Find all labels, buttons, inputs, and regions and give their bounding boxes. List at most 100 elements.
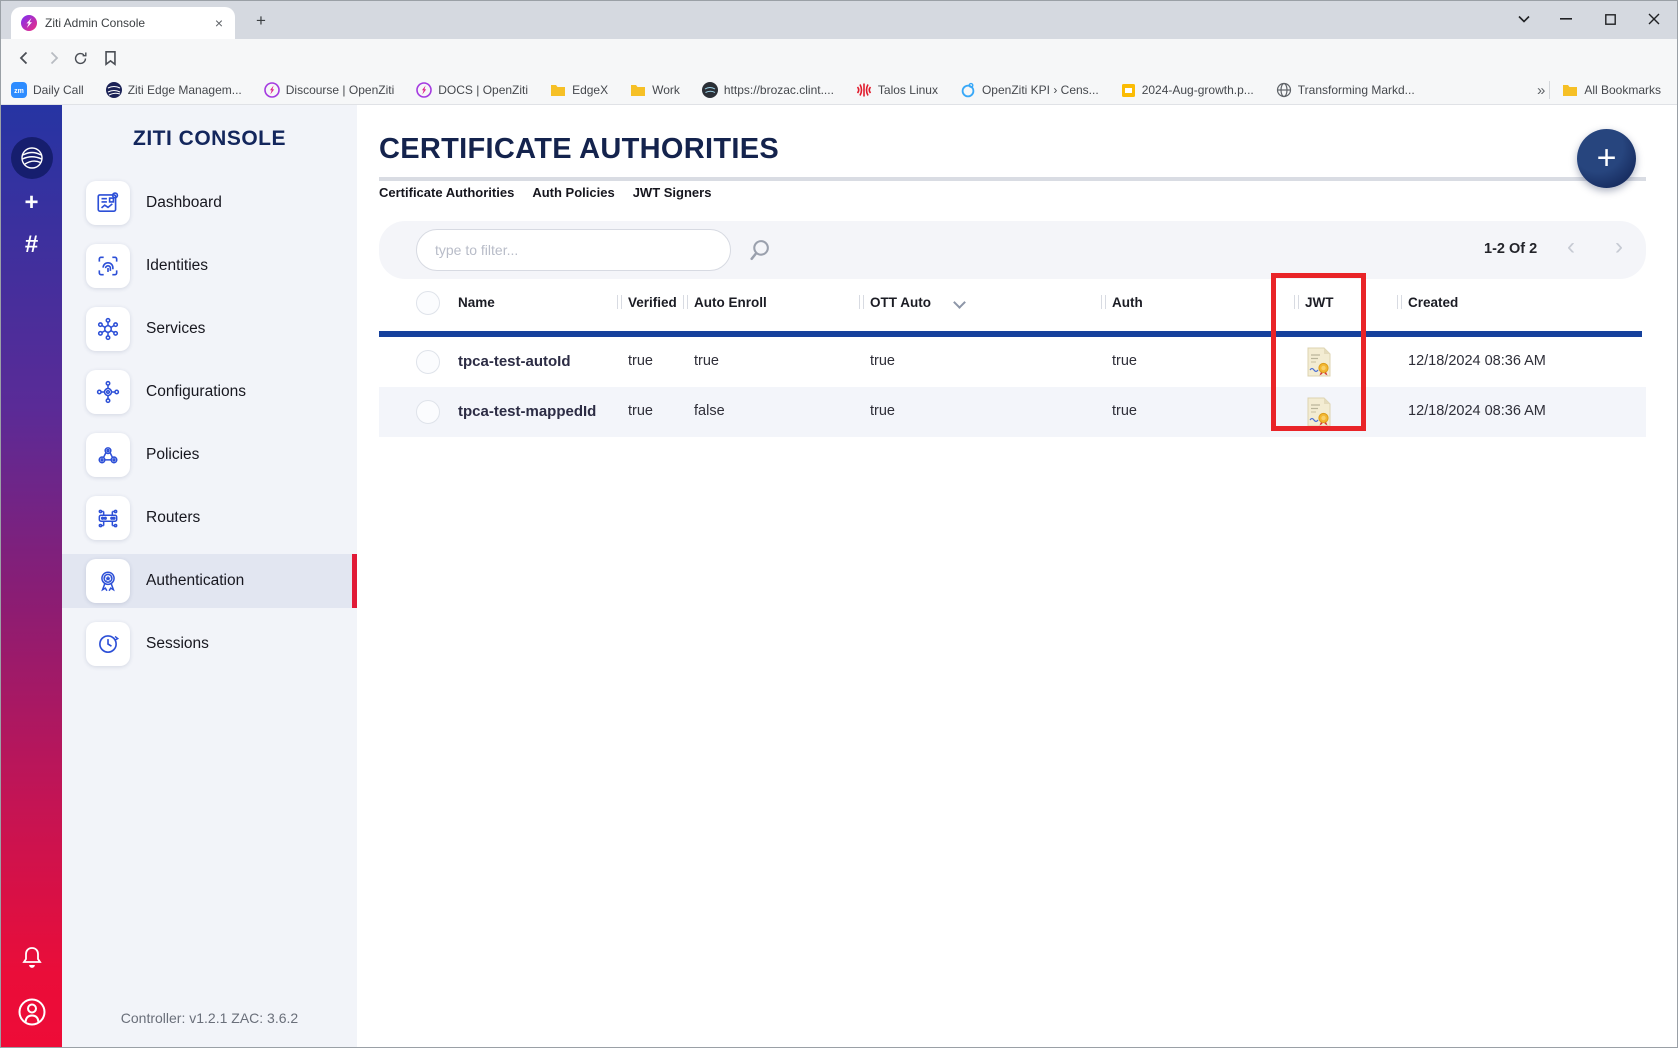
policies-gears-icon bbox=[86, 433, 130, 477]
pagination-label: 1-2 Of 2 bbox=[1484, 241, 1537, 257]
bookmarks-divider bbox=[1549, 81, 1550, 99]
identities-fingerprint-icon bbox=[86, 244, 130, 288]
column-header-created[interactable]: Created bbox=[1408, 295, 1458, 310]
reload-icon[interactable] bbox=[67, 45, 93, 71]
bookmark-flag-icon[interactable] bbox=[97, 45, 123, 71]
browser-tab[interactable]: Ziti Admin Console × bbox=[11, 7, 235, 39]
verified-value: true bbox=[628, 353, 653, 369]
sidebar-item-services[interactable]: Services bbox=[62, 302, 357, 356]
sidebar-item-dashboard[interactable]: Dashboard bbox=[62, 176, 357, 230]
authentication-medal-icon bbox=[86, 559, 130, 603]
window-maximize-button[interactable] bbox=[1593, 5, 1627, 33]
table-row[interactable]: tpca-test-autoId true true true true 12/… bbox=[379, 337, 1646, 387]
row-checkbox[interactable] bbox=[416, 350, 440, 374]
bookmark-brozac[interactable]: https://brozac.clint.... bbox=[702, 82, 834, 98]
folder-icon bbox=[1562, 83, 1578, 97]
ca-name[interactable]: tpca-test-mappedId bbox=[458, 403, 596, 420]
column-header-auto-enroll[interactable]: Auto Enroll bbox=[694, 295, 767, 310]
column-header-jwt[interactable]: JWT bbox=[1305, 295, 1334, 310]
dark-globe-icon bbox=[702, 82, 718, 98]
bookmark-transforming-markdown[interactable]: Transforming Markd... bbox=[1276, 82, 1415, 98]
table-header: Name Verified Auto Enroll OTT Auto Auth … bbox=[379, 285, 1646, 325]
window-close-button[interactable] bbox=[1637, 5, 1671, 33]
back-icon[interactable] bbox=[11, 45, 37, 71]
svg-text:zm: zm bbox=[14, 88, 24, 95]
folder-icon bbox=[550, 83, 566, 97]
bookmark-talos-linux[interactable]: Talos Linux bbox=[856, 82, 938, 98]
verified-value: true bbox=[628, 403, 653, 419]
tab-certificate-authorities[interactable]: Certificate Authorities bbox=[379, 185, 514, 200]
all-bookmarks-button[interactable]: All Bookmarks bbox=[1562, 83, 1661, 97]
talos-icon bbox=[856, 82, 872, 98]
sidebar-item-policies[interactable]: Policies bbox=[62, 428, 357, 482]
select-all-checkbox[interactable] bbox=[416, 291, 440, 315]
console-title: ZITI CONSOLE bbox=[62, 127, 357, 151]
sidebar-item-sessions[interactable]: Sessions bbox=[62, 617, 357, 671]
pagination-next-icon[interactable]: › bbox=[1615, 233, 1623, 261]
sidebar-item-routers[interactable]: Routers bbox=[62, 491, 357, 545]
account-profile-icon[interactable] bbox=[1, 997, 62, 1027]
column-header-auth[interactable]: Auth bbox=[1112, 295, 1143, 310]
sidebar-item-identities[interactable]: Identities bbox=[62, 239, 357, 293]
rail-hash-icon[interactable]: # bbox=[1, 231, 62, 259]
ziti-favicon-icon bbox=[21, 15, 37, 31]
jwt-certificate-icon[interactable] bbox=[1306, 397, 1332, 427]
pagination-prev-icon[interactable]: ‹ bbox=[1567, 233, 1575, 261]
tab-jwt-signers[interactable]: JWT Signers bbox=[633, 185, 712, 200]
new-tab-button[interactable]: + bbox=[249, 9, 273, 33]
bookmark-docs-openziti[interactable]: DOCS | OpenZiti bbox=[416, 82, 528, 98]
bookmark-work-folder[interactable]: Work bbox=[630, 83, 680, 97]
tab-strip: Ziti Admin Console × + bbox=[1, 1, 1677, 39]
bookmark-daily-call[interactable]: zm Daily Call bbox=[11, 82, 84, 98]
main-content: CERTIFICATE AUTHORITIES + Certificate Au… bbox=[357, 105, 1678, 1048]
created-value: 12/18/2024 08:36 AM bbox=[1408, 353, 1546, 369]
ott-auto-value: true bbox=[870, 353, 895, 369]
column-header-name[interactable]: Name bbox=[458, 295, 495, 310]
bookmarks-overflow-icon[interactable]: » bbox=[1537, 82, 1545, 99]
side-rail: + # bbox=[1, 105, 62, 1048]
slides-icon bbox=[1121, 83, 1136, 98]
zac-app: + # ZITI CONSOLE Dashboard Id bbox=[1, 105, 1678, 1048]
add-certificate-authority-button[interactable]: + bbox=[1577, 129, 1636, 188]
browser-toolbar: https://ctrl.cdaws.clint.demo.openziti.o… bbox=[1, 39, 1677, 76]
title-divider bbox=[379, 177, 1646, 181]
forward-icon[interactable] bbox=[41, 45, 67, 71]
zoom-app-icon: zm bbox=[11, 82, 27, 98]
bookmarks-bar: zm Daily Call Ziti Edge Managem... Disco… bbox=[1, 76, 1677, 105]
jwt-certificate-icon[interactable] bbox=[1306, 347, 1332, 377]
filter-input[interactable] bbox=[416, 229, 731, 271]
sort-chevron-icon[interactable] bbox=[953, 296, 966, 309]
auth-value: true bbox=[1112, 403, 1137, 419]
dashboard-icon bbox=[86, 181, 130, 225]
filter-bar: 1-2 Of 2 ‹ › bbox=[379, 221, 1646, 279]
column-header-ott-auto[interactable]: OTT Auto bbox=[870, 295, 931, 310]
ziti-logo-icon[interactable] bbox=[1, 137, 62, 179]
bookmark-edgex-folder[interactable]: EdgeX bbox=[550, 83, 608, 97]
rail-add-icon[interactable]: + bbox=[1, 189, 62, 217]
auto-enroll-value: false bbox=[694, 403, 725, 419]
bookmark-openziti-kpi[interactable]: OpenZiti KPI › Cens... bbox=[960, 82, 1099, 98]
row-checkbox[interactable] bbox=[416, 400, 440, 424]
bookmark-ziti-edge[interactable]: Ziti Edge Managem... bbox=[106, 82, 242, 98]
tab-auth-policies[interactable]: Auth Policies bbox=[532, 185, 614, 200]
tab-title: Ziti Admin Console bbox=[45, 16, 211, 30]
table-row[interactable]: tpca-test-mappedId true false true true … bbox=[379, 387, 1646, 437]
folder-icon bbox=[630, 83, 646, 97]
tab-search-chevron-icon[interactable] bbox=[1507, 5, 1541, 33]
bookmark-2024-aug-growth[interactable]: 2024-Aug-growth.p... bbox=[1121, 83, 1254, 98]
page-title: CERTIFICATE AUTHORITIES bbox=[379, 133, 779, 166]
ziti-globe-icon bbox=[106, 82, 122, 98]
created-value: 12/18/2024 08:36 AM bbox=[1408, 403, 1546, 419]
notifications-bell-icon[interactable] bbox=[1, 945, 62, 971]
window-minimize-button[interactable] bbox=[1549, 5, 1583, 33]
column-header-verified[interactable]: Verified bbox=[628, 295, 677, 310]
tab-close-icon[interactable]: × bbox=[211, 15, 227, 31]
openziti-bolt-icon bbox=[264, 82, 280, 98]
search-icon[interactable] bbox=[747, 238, 772, 263]
globe-icon bbox=[1276, 82, 1292, 98]
bookmark-discourse-openziti[interactable]: Discourse | OpenZiti bbox=[264, 82, 395, 98]
sidebar-item-configurations[interactable]: Configurations bbox=[62, 365, 357, 419]
version-footer: Controller: v1.2.1 ZAC: 3.6.2 bbox=[62, 1010, 357, 1026]
ca-name[interactable]: tpca-test-autoId bbox=[458, 353, 571, 370]
sidebar-item-authentication[interactable]: Authentication bbox=[62, 554, 357, 608]
